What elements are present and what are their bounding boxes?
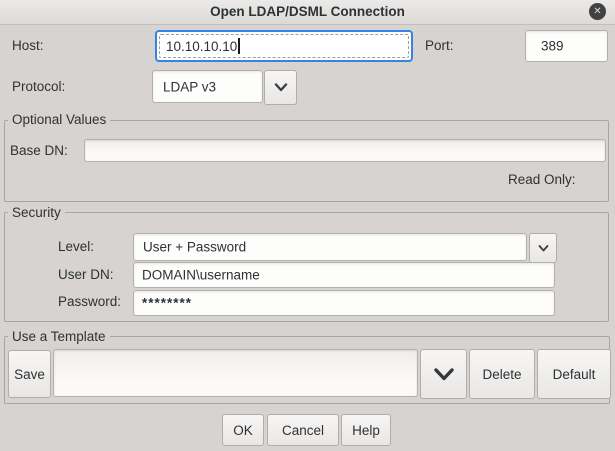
help-button[interactable]: Help — [341, 414, 391, 446]
chevron-down-icon — [538, 245, 549, 252]
user-dn-label: User DN: — [58, 267, 114, 282]
read-only-label: Read Only: — [508, 172, 576, 187]
port-input[interactable]: 389 — [525, 30, 608, 62]
password-value: ******** — [142, 296, 192, 311]
level-dropdown-button[interactable] — [529, 233, 557, 263]
host-value: 10.10.10.10 — [166, 38, 240, 54]
template-dropdown-button[interactable] — [420, 349, 467, 399]
level-combo-input[interactable]: User + Password — [133, 233, 527, 261]
titlebar: Open LDAP/DSML Connection ✕ — [0, 0, 615, 25]
password-input[interactable]: ******** — [133, 290, 555, 316]
text-cursor — [238, 38, 240, 54]
port-value: 389 — [541, 39, 564, 54]
optional-values-legend: Optional Values — [8, 112, 110, 127]
port-label: Port: — [425, 38, 454, 53]
protocol-value: LDAP v3 — [163, 79, 216, 94]
chevron-down-icon — [274, 83, 288, 92]
protocol-label: Protocol: — [12, 79, 65, 94]
chevron-down-icon — [433, 368, 455, 381]
level-value: User + Password — [143, 240, 246, 255]
cancel-button[interactable]: Cancel — [267, 414, 339, 446]
user-dn-input[interactable]: DOMAIN\username — [133, 262, 555, 288]
password-label: Password: — [58, 294, 121, 309]
template-combo-input[interactable] — [53, 349, 418, 397]
close-icon[interactable]: ✕ — [589, 3, 606, 20]
template-legend: Use a Template — [8, 329, 110, 344]
protocol-dropdown-button[interactable] — [264, 70, 297, 105]
base-dn-input[interactable] — [84, 139, 606, 162]
protocol-combo-input[interactable]: LDAP v3 — [152, 70, 263, 103]
host-input[interactable]: 10.10.10.10 — [155, 30, 413, 62]
dialog-title: Open LDAP/DSML Connection — [0, 0, 615, 24]
level-label: Level: — [58, 239, 94, 254]
open-ldap-connection-dialog: Open LDAP/DSML Connection ✕ Host: 10.10.… — [0, 0, 615, 451]
save-button[interactable]: Save — [8, 350, 51, 398]
base-dn-label: Base DN: — [10, 143, 68, 158]
host-label: Host: — [12, 38, 44, 53]
ok-button[interactable]: OK — [222, 414, 264, 446]
default-button[interactable]: Default — [537, 349, 611, 399]
security-legend: Security — [8, 205, 65, 220]
delete-button[interactable]: Delete — [469, 349, 535, 399]
user-dn-value: DOMAIN\username — [142, 268, 260, 283]
